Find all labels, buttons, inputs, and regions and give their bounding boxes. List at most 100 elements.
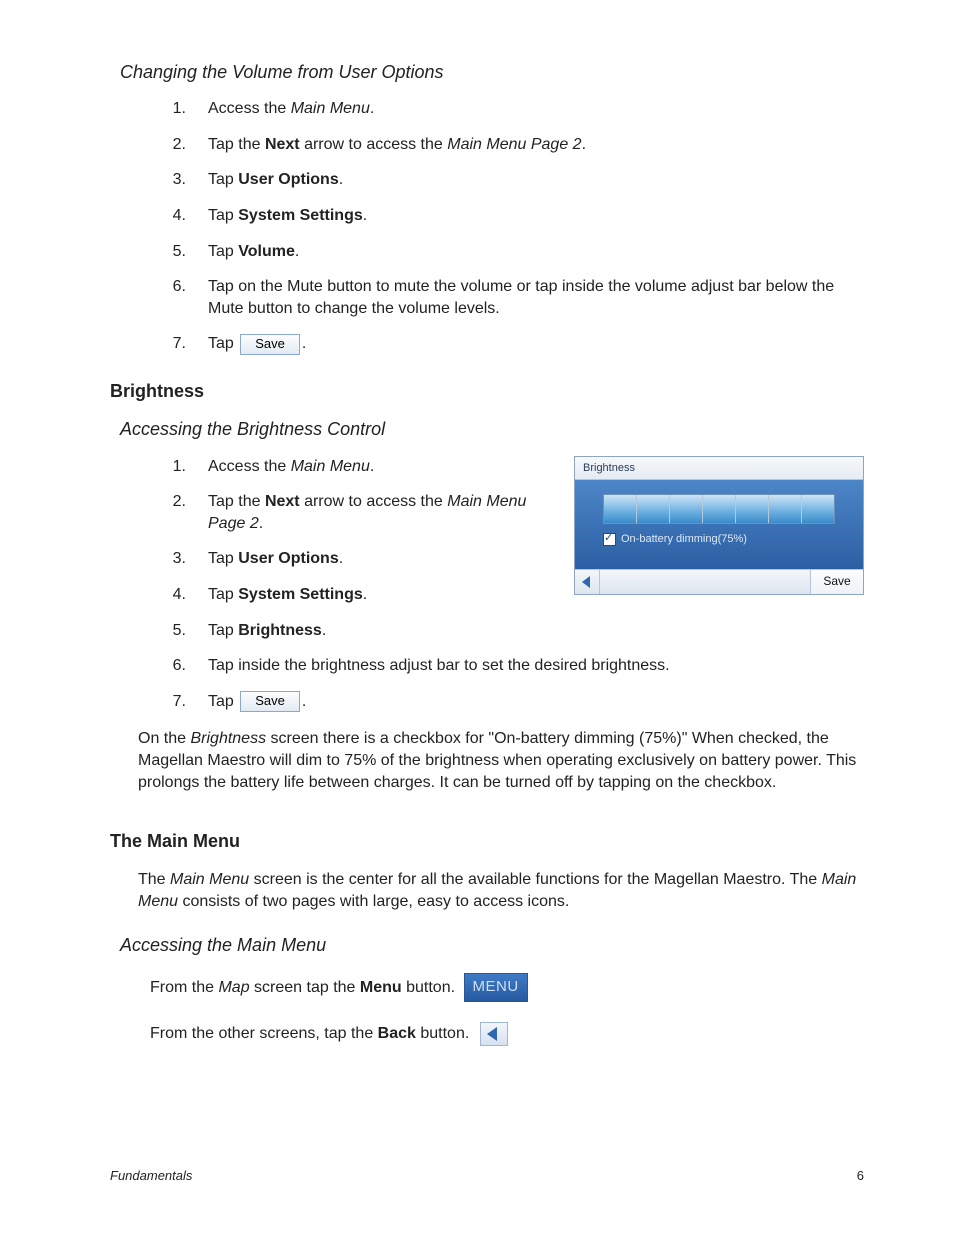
step-number: 3. <box>150 169 208 191</box>
text-run: Next <box>265 493 300 510</box>
slider-segment <box>670 495 703 523</box>
list-item: 4.Tap System Settings. <box>110 205 864 227</box>
step-body: Tap inside the brightness adjust bar to … <box>208 655 864 677</box>
text-run: Tap <box>208 693 238 710</box>
text-run: . <box>339 171 343 188</box>
text-run: Tap <box>208 550 238 567</box>
step-number: 6. <box>150 655 208 677</box>
brightness-screenshot: Brightness On-battery dimming(75%) Save <box>574 456 864 596</box>
sec1-steps: 1.Access the Main Menu.2.Tap the Next ar… <box>110 98 864 355</box>
sec3-line2: From the other screens, tap the Back but… <box>150 1022 864 1046</box>
text-run: System Settings <box>238 586 362 603</box>
text-run: Brightness <box>190 730 266 747</box>
text-run: Map <box>218 979 249 996</box>
text-run: . <box>363 207 367 224</box>
step-number: 2. <box>150 134 208 156</box>
list-item: 3.Tap User Options. <box>110 169 864 191</box>
text-run: screen is the center for all the availab… <box>249 871 821 888</box>
sec1-heading: Changing the Volume from User Options <box>120 60 864 84</box>
footer-page: 6 <box>857 1167 864 1185</box>
text-run: Tap on the Mute button to mute the volum… <box>208 278 834 317</box>
sec3-paragraph: The Main Menu screen is the center for a… <box>138 869 864 912</box>
step-body: Access the Main Menu. <box>208 456 554 478</box>
step-body: Tap User Options. <box>208 169 864 191</box>
step-body: Tap System Settings. <box>208 205 864 227</box>
list-item: 4.Tap System Settings. <box>110 584 554 606</box>
text-run: Tap <box>208 622 238 639</box>
text-run: From the <box>150 979 218 996</box>
list-item: 2.Tap the Next arrow to access the Main … <box>110 491 554 534</box>
text-run: . <box>302 693 306 710</box>
text-run: Tap <box>208 207 238 224</box>
text-run: Tap <box>208 243 238 260</box>
text-run: The <box>138 871 170 888</box>
text-run: Back <box>378 1025 416 1042</box>
step-number: 4. <box>150 584 208 606</box>
step-body: Tap on the Mute button to mute the volum… <box>208 276 864 319</box>
text-run: Tap <box>208 586 238 603</box>
text-run: . <box>295 243 299 260</box>
list-item: 7.Tap Save. <box>110 691 864 713</box>
step-body: Tap System Settings. <box>208 584 554 606</box>
step-number: 1. <box>150 98 208 120</box>
text-run: Access the <box>208 458 291 475</box>
save-button: Save <box>240 691 300 712</box>
text-run: . <box>582 136 586 153</box>
text-run: Next <box>265 136 300 153</box>
brightness-back-icon <box>575 570 600 594</box>
text-run: consists of two pages with large, easy t… <box>178 893 569 910</box>
list-item: 5.Tap Volume. <box>110 241 864 263</box>
checkbox-icon <box>603 533 616 546</box>
step-number: 3. <box>150 548 208 570</box>
step-number: 7. <box>150 333 208 355</box>
text-run: arrow to access the <box>300 136 448 153</box>
step-number: 6. <box>150 276 208 319</box>
text-run: Tap <box>208 335 238 352</box>
text-run: Tap the <box>208 493 265 510</box>
text-run: . <box>370 458 374 475</box>
document-page: Changing the Volume from User Options 1.… <box>0 0 954 1235</box>
footer-title: Fundamentals <box>110 1167 192 1185</box>
text-run: arrow to access the <box>300 493 448 510</box>
text-run: button. <box>416 1025 474 1042</box>
text-run: Tap <box>208 171 238 188</box>
list-item: 5.Tap Brightness. <box>110 620 864 642</box>
text-run: . <box>370 100 374 117</box>
brightness-checkbox: On-battery dimming(75%) <box>603 532 845 547</box>
text-run: . <box>259 515 263 532</box>
slider-segment <box>802 495 834 523</box>
step-number: 4. <box>150 205 208 227</box>
step-body: Tap the Next arrow to access the Main Me… <box>208 134 864 156</box>
list-item: 7.Tap Save. <box>110 333 864 355</box>
text-run: From the other screens, tap the <box>150 1025 378 1042</box>
list-item: 6.Tap on the Mute button to mute the vol… <box>110 276 864 319</box>
text-run: . <box>322 622 326 639</box>
text-run: Tap inside the brightness adjust bar to … <box>208 657 670 674</box>
brightness-slider <box>603 494 835 524</box>
step-body: Tap Brightness. <box>208 620 864 642</box>
save-button: Save <box>240 334 300 355</box>
slider-segment <box>736 495 769 523</box>
step-number: 5. <box>150 620 208 642</box>
text-run: Main Menu <box>170 871 249 888</box>
step-body: Tap Save. <box>208 691 864 713</box>
page-footer: Fundamentals 6 <box>110 1167 864 1185</box>
text-run: Tap the <box>208 136 265 153</box>
step-number: 2. <box>150 491 208 534</box>
text-run: User Options <box>238 171 338 188</box>
text-run: On the <box>138 730 190 747</box>
slider-segment <box>637 495 670 523</box>
slider-segment <box>703 495 736 523</box>
text-run: Access the <box>208 100 291 117</box>
sec2-heading: Brightness <box>110 379 864 403</box>
step-body: Tap Volume. <box>208 241 864 263</box>
step-body: Access the Main Menu. <box>208 98 864 120</box>
text-run: System Settings <box>238 207 362 224</box>
step-number: 7. <box>150 691 208 713</box>
brightness-save-button: Save <box>810 570 863 594</box>
text-run: Main Menu Page 2 <box>447 136 581 153</box>
text-run: . <box>302 335 306 352</box>
list-item: 3.Tap User Options. <box>110 548 554 570</box>
list-item: 1.Access the Main Menu. <box>110 98 864 120</box>
step-body: Tap User Options. <box>208 548 554 570</box>
